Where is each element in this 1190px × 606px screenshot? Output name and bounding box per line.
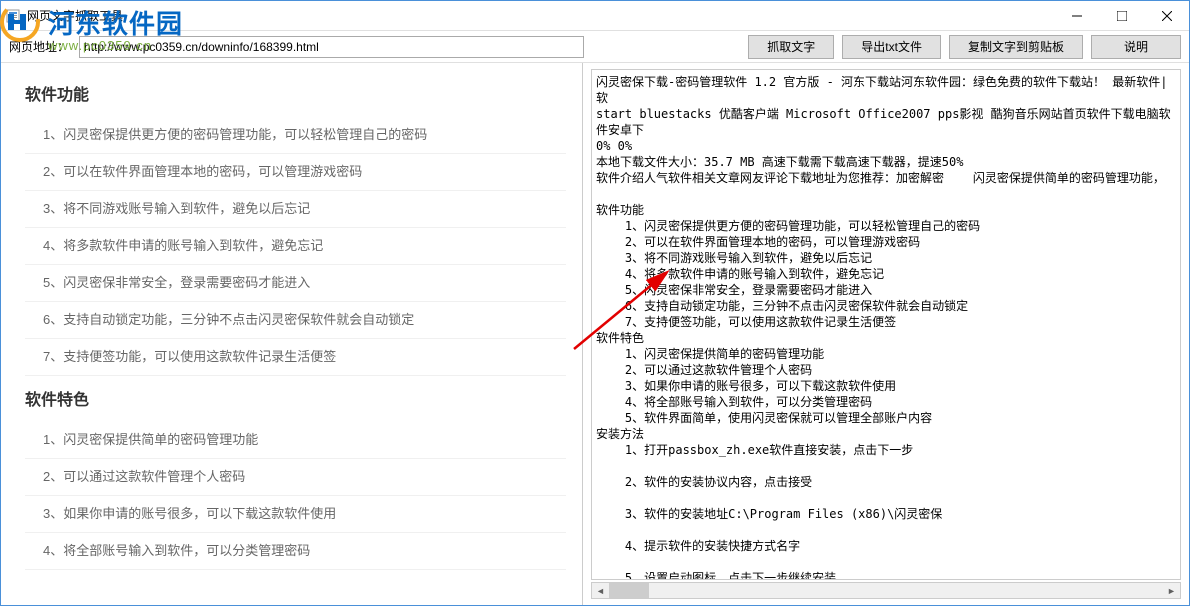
list-item: 4、将全部账号输入到软件，可以分类管理密码 [25, 533, 566, 570]
list-item: 1、闪灵密保提供更方便的密码管理功能，可以轻松管理自己的密码 [25, 117, 566, 154]
list-item: 2、可以在软件界面管理本地的密码，可以管理游戏密码 [25, 154, 566, 191]
scroll-track[interactable] [609, 583, 1163, 598]
maximize-button[interactable] [1099, 1, 1144, 31]
minimize-button[interactable] [1054, 1, 1099, 31]
list-item: 1、闪灵密保提供简单的密码管理功能 [25, 422, 566, 459]
titlebar: 网页文字抓取工具 [1, 1, 1189, 31]
window-title: 网页文字抓取工具 [27, 7, 123, 24]
list-item: 2、可以通过这款软件管理个人密码 [25, 459, 566, 496]
list-item: 5、闪灵密保非常安全，登录需要密码才能进入 [25, 265, 566, 302]
list-item: 6、支持自动锁定功能，三分钟不点击闪灵密保软件就会自动锁定 [25, 302, 566, 339]
app-window: 网页文字抓取工具 网页地址： 抓取文字 导出txt文件 复制文字到剪贴板 说明 … [0, 0, 1190, 606]
grab-text-button[interactable]: 抓取文字 [748, 35, 834, 59]
url-input[interactable] [79, 36, 584, 58]
section-characteristics-title: 软件特色 [25, 386, 566, 410]
window-controls [1054, 1, 1189, 31]
export-txt-button[interactable]: 导出txt文件 [842, 35, 941, 59]
section-features-title: 软件功能 [25, 81, 566, 105]
scroll-right-arrow[interactable]: ► [1163, 583, 1180, 598]
close-button[interactable] [1144, 1, 1189, 31]
list-item: 3、如果你申请的账号很多，可以下载这款软件使用 [25, 496, 566, 533]
url-label: 网页地址： [9, 38, 69, 55]
app-icon [5, 8, 21, 24]
list-item: 3、将不同游戏账号输入到软件，避免以后忘记 [25, 191, 566, 228]
text-output-area[interactable]: 闪灵密保下载-密码管理软件 1.2 官方版 - 河东下载站河东软件园：绿色免费的… [591, 69, 1181, 580]
horizontal-scrollbar[interactable]: ◄ ► [591, 582, 1181, 599]
scroll-thumb[interactable] [609, 583, 649, 598]
webpage-preview-panel[interactable]: 软件功能 1、闪灵密保提供更方便的密码管理功能，可以轻松管理自己的密码 2、可以… [1, 63, 583, 605]
copy-clipboard-button[interactable]: 复制文字到剪贴板 [949, 35, 1083, 59]
content-area: 软件功能 1、闪灵密保提供更方便的密码管理功能，可以轻松管理自己的密码 2、可以… [1, 63, 1189, 605]
list-item: 4、将多款软件申请的账号输入到软件，避免忘记 [25, 228, 566, 265]
help-button[interactable]: 说明 [1091, 35, 1181, 59]
list-item: 7、支持便签功能，可以使用这款软件记录生活便签 [25, 339, 566, 376]
extracted-text-panel: 闪灵密保下载-密码管理软件 1.2 官方版 - 河东下载站河东软件园：绿色免费的… [583, 63, 1189, 605]
toolbar: 网页地址： 抓取文字 导出txt文件 复制文字到剪贴板 说明 [1, 31, 1189, 63]
scroll-left-arrow[interactable]: ◄ [592, 583, 609, 598]
